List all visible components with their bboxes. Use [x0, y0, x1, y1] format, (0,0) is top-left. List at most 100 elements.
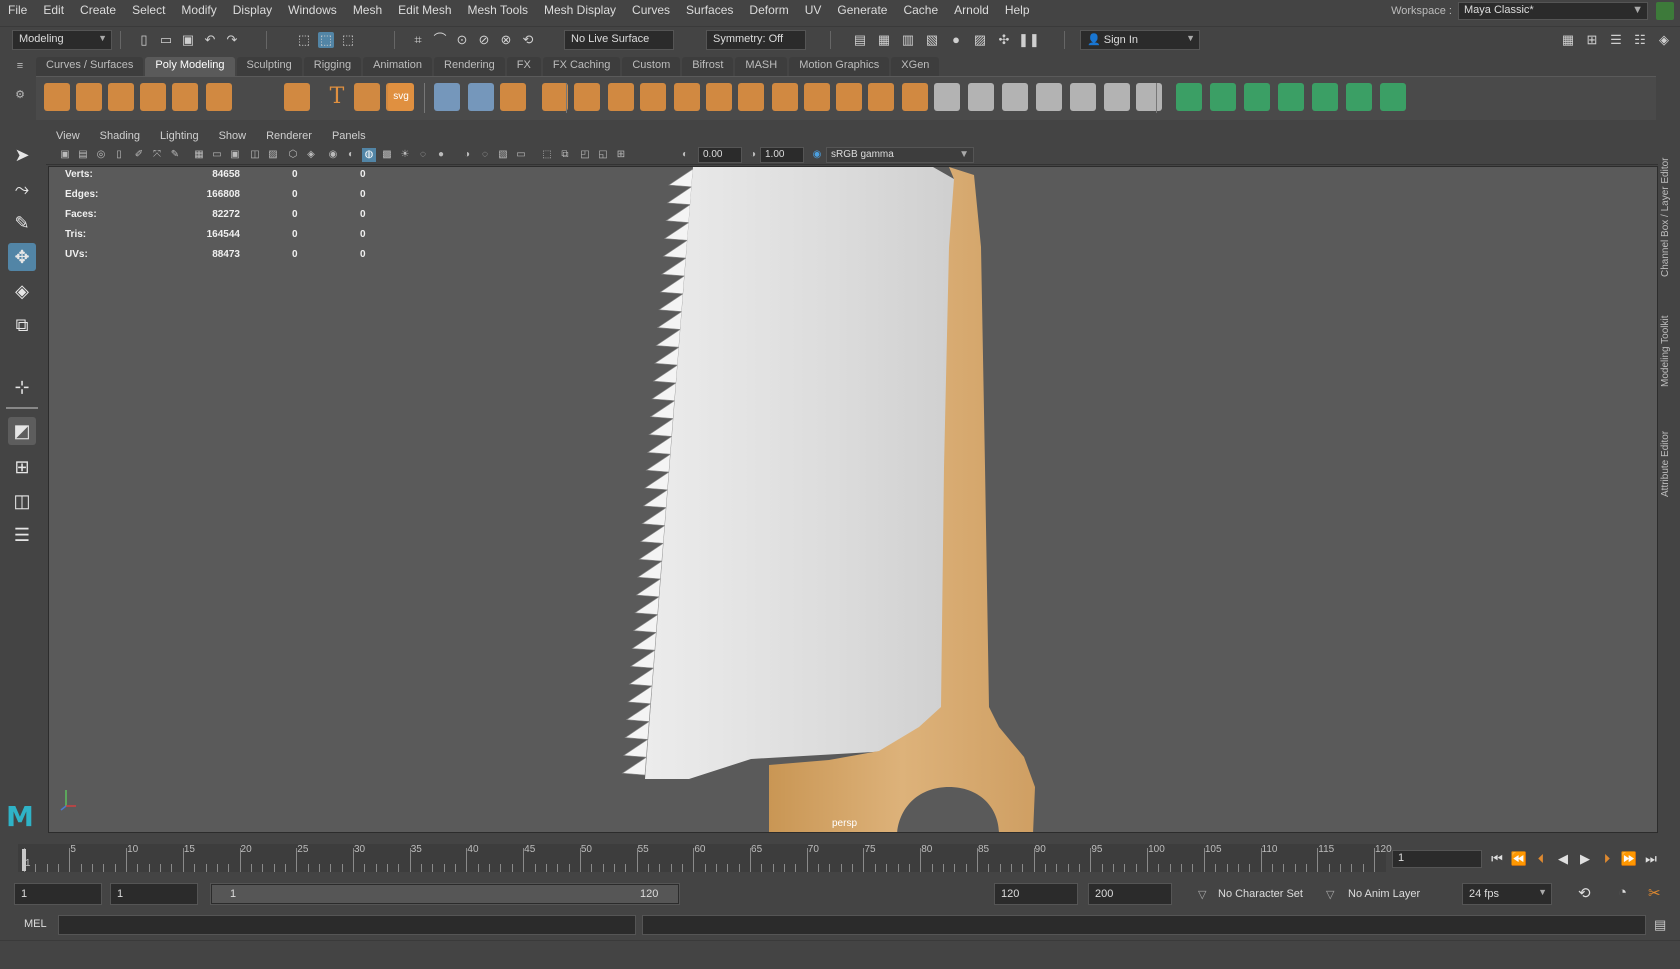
cone-icon[interactable]: [140, 83, 166, 111]
append-icon[interactable]: [804, 83, 830, 111]
render-frame-icon[interactable]: ▧: [924, 32, 940, 48]
menu-modify[interactable]: Modify: [173, 3, 224, 17]
panel-tool-icon[interactable]: ◌: [416, 148, 430, 162]
auto-key-icon[interactable]: ◔: [1618, 884, 1627, 901]
gamma-field[interactable]: 1.00: [760, 147, 804, 163]
menu-mesh[interactable]: Mesh: [345, 3, 390, 17]
panel-tool-icon[interactable]: ◍: [362, 148, 376, 162]
script-editor-icon[interactable]: ▤: [1654, 917, 1666, 933]
panel-tool-icon[interactable]: ▦: [192, 148, 206, 162]
menu-file[interactable]: File: [0, 3, 35, 17]
insert-loop-icon[interactable]: [868, 83, 894, 111]
panel-tool-icon[interactable]: ▯: [112, 148, 126, 162]
panel-tool-icon[interactable]: ●: [434, 148, 448, 162]
step-back-frame-icon[interactable]: ⏴: [1532, 850, 1550, 868]
plane-icon[interactable]: [1136, 83, 1162, 111]
time-slider[interactable]: 1 5 10 15 20 25 30 35 40 45 50 55 60 65 70 75 80 85 90 95 10…: [18, 844, 1392, 872]
combine-icon[interactable]: [542, 83, 568, 111]
pause-icon[interactable]: ❚❚: [1018, 32, 1040, 48]
menu-edit[interactable]: Edit: [35, 3, 72, 17]
new-scene-icon[interactable]: ▯: [136, 32, 152, 48]
command-input[interactable]: [58, 915, 636, 935]
character-set-label[interactable]: No Character Set: [1218, 888, 1303, 900]
uv-icon[interactable]: [934, 83, 960, 111]
shelf-options[interactable]: ≡ ⚙: [10, 60, 30, 116]
menu-windows[interactable]: Windows: [280, 3, 345, 17]
ipr-render-icon[interactable]: ▥: [900, 32, 916, 48]
panel-tool-icon[interactable]: ⊞: [614, 148, 628, 162]
panel-tool-icon[interactable]: ▭: [210, 148, 224, 162]
step-forward-key-icon[interactable]: ⏩: [1620, 850, 1638, 868]
shelf-tab-fx-caching[interactable]: FX Caching: [542, 57, 621, 76]
panel-tool-icon[interactable]: ◰: [578, 148, 592, 162]
lock-icon[interactable]: [1656, 2, 1674, 20]
arnold-render-icon[interactable]: ▨: [972, 32, 988, 48]
panel-tool-icon[interactable]: ▤: [76, 148, 90, 162]
undo-icon[interactable]: ↶: [202, 32, 218, 48]
attribute-editor-icon[interactable]: ⊞: [1584, 32, 1600, 48]
channel-box-icon[interactable]: ☷: [1632, 32, 1648, 48]
end-time-field[interactable]: 200: [1088, 883, 1172, 905]
color-space-dropdown[interactable]: sRGB gamma ▼: [826, 147, 974, 163]
step-back-key-icon[interactable]: ⏪: [1510, 850, 1528, 868]
cube-icon[interactable]: [1002, 83, 1028, 111]
type-icon[interactable]: [1380, 83, 1406, 111]
menu-edit-mesh[interactable]: Edit Mesh: [390, 3, 459, 17]
rotate-tool-icon[interactable]: ◈: [8, 277, 36, 305]
arnold-ipr-icon[interactable]: ✣: [996, 32, 1012, 48]
shelf-tab-rendering[interactable]: Rendering: [434, 57, 505, 76]
hypershade-icon[interactable]: ●: [948, 32, 964, 48]
go-to-start-icon[interactable]: ⏮: [1488, 850, 1506, 868]
snap-point-icon[interactable]: ⊙: [454, 32, 470, 48]
menuset-dropdown[interactable]: Modeling ▼: [12, 30, 112, 50]
menu-create[interactable]: Create: [72, 3, 124, 17]
menu-uv[interactable]: UV: [797, 3, 830, 17]
panel-tool-icon[interactable]: ◎: [94, 148, 108, 162]
shelf-tab-sculpting[interactable]: Sculpting: [236, 57, 302, 76]
playback-start-field[interactable]: 1: [110, 883, 198, 905]
panel-tool-icon[interactable]: ✎: [168, 148, 182, 162]
panel-tool-icon[interactable]: ⤧: [150, 148, 164, 162]
shelf-tab-bifrost[interactable]: Bifrost: [682, 57, 734, 76]
cone-icon[interactable]: [1070, 83, 1096, 111]
menu-arnold[interactable]: Arnold: [946, 3, 997, 17]
save-scene-icon[interactable]: ▣: [180, 32, 196, 48]
lasso-tool-icon[interactable]: ⤳: [8, 175, 36, 203]
chevron-down-icon[interactable]: ▽: [1198, 888, 1206, 901]
menu-select[interactable]: Select: [124, 3, 173, 17]
panel-tool-icon[interactable]: ◐: [344, 148, 358, 162]
measure-icon[interactable]: [434, 83, 460, 111]
panel-menu-panels[interactable]: Panels: [322, 130, 376, 142]
snap-view-icon[interactable]: ⊘: [476, 32, 492, 48]
torus-icon[interactable]: [172, 83, 198, 111]
panel-tool-icon[interactable]: ▭: [514, 148, 528, 162]
text-icon[interactable]: [354, 83, 380, 111]
start-time-field[interactable]: 1: [14, 883, 102, 905]
menu-cache[interactable]: Cache: [895, 3, 946, 17]
menu-mesh-tools[interactable]: Mesh Tools: [460, 3, 536, 17]
extrude-icon[interactable]: [640, 83, 666, 111]
panel-tool-icon[interactable]: ◫: [248, 148, 262, 162]
playhead[interactable]: [22, 849, 26, 871]
text-icon[interactable]: T: [324, 83, 350, 111]
svg-icon[interactable]: svg: [388, 83, 414, 111]
select-tool-icon[interactable]: ➤: [8, 141, 36, 169]
paint-select-icon[interactable]: ✎: [8, 209, 36, 237]
exposure-field[interactable]: 0.00: [698, 147, 742, 163]
panel-tool-icon[interactable]: ▩: [380, 148, 394, 162]
tab-attribute-editor[interactable]: Attribute Editor: [1660, 407, 1680, 497]
perspective-viewport[interactable]: [48, 166, 1658, 833]
measure-icon[interactable]: [1346, 83, 1372, 111]
menu-generate[interactable]: Generate: [829, 3, 895, 17]
shelf-tab-animation[interactable]: Animation: [363, 57, 433, 76]
select-hierarchy-icon[interactable]: ⬚: [296, 32, 312, 48]
menu-mesh-display[interactable]: Mesh Display: [536, 3, 624, 17]
shelf-tab-curves-surfaces[interactable]: Curves / Surfaces: [36, 57, 144, 76]
shelf-tab-poly-modeling[interactable]: Poly Modeling: [145, 57, 235, 76]
panel-tool-icon[interactable]: ▣: [58, 148, 72, 162]
play-backward-icon[interactable]: ◀: [1554, 850, 1572, 868]
target-weld-icon[interactable]: [902, 83, 928, 111]
sign-in-button[interactable]: 👤 Sign In ▼: [1080, 30, 1200, 50]
anim-layer-label[interactable]: No Anim Layer: [1348, 888, 1420, 900]
panel-tool-icon[interactable]: ◌: [478, 148, 492, 162]
